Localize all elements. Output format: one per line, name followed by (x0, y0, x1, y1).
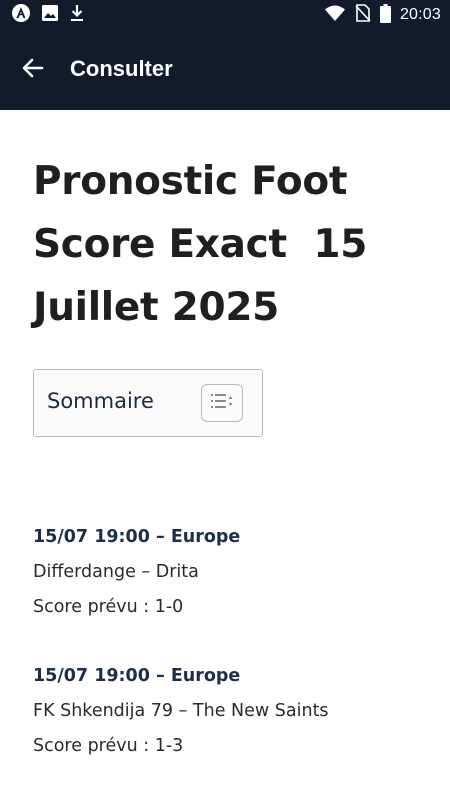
status-time: 20:03 (399, 6, 441, 23)
arrow-left-icon (21, 56, 45, 84)
list-toggle-icon (210, 392, 234, 414)
status-left-icons (11, 3, 85, 27)
wifi-icon (324, 4, 346, 26)
match-score: Score prévu : 1-3 (33, 736, 184, 756)
page-title-line-3: Juillet 2025 (33, 285, 279, 330)
toc-title: Sommaire (47, 389, 154, 413)
image-icon (41, 4, 59, 26)
back-button[interactable] (18, 55, 48, 85)
match-item: 15/07 19:00 – Europe FK Shkendija 79 – T… (33, 658, 433, 764)
page-title-line-2: Score Exact 15 (33, 222, 368, 267)
page-title: Pronostic Foot Score Exact 15 Juillet 20… (33, 110, 423, 339)
match-score: Score prévu : 1-0 (33, 597, 184, 617)
app-logo-icon (11, 3, 31, 27)
status-bar: 20:03 (0, 0, 450, 31)
battery-icon (379, 3, 391, 27)
app-bar: Consulter (0, 31, 450, 110)
match-teams: FK Shkendija 79 – The New Saints (33, 701, 329, 721)
page-title-line-1: Pronostic Foot (33, 159, 348, 204)
app-title: Consulter (70, 56, 173, 81)
toc-toggle-button[interactable] (201, 384, 243, 422)
no-sim-icon (355, 4, 371, 26)
article-content: Pronostic Foot Score Exact 15 Juillet 20… (33, 110, 423, 437)
status-right-icons: 20:03 (324, 3, 441, 27)
table-of-contents: Sommaire (33, 369, 263, 437)
download-icon (69, 4, 85, 26)
match-header: 15/07 19:00 – Europe (33, 527, 241, 547)
match-item: 15/07 19:00 – Europe Differdange – Drita… (33, 519, 433, 625)
match-header: 15/07 19:00 – Europe (33, 666, 241, 686)
match-teams: Differdange – Drita (33, 562, 199, 582)
